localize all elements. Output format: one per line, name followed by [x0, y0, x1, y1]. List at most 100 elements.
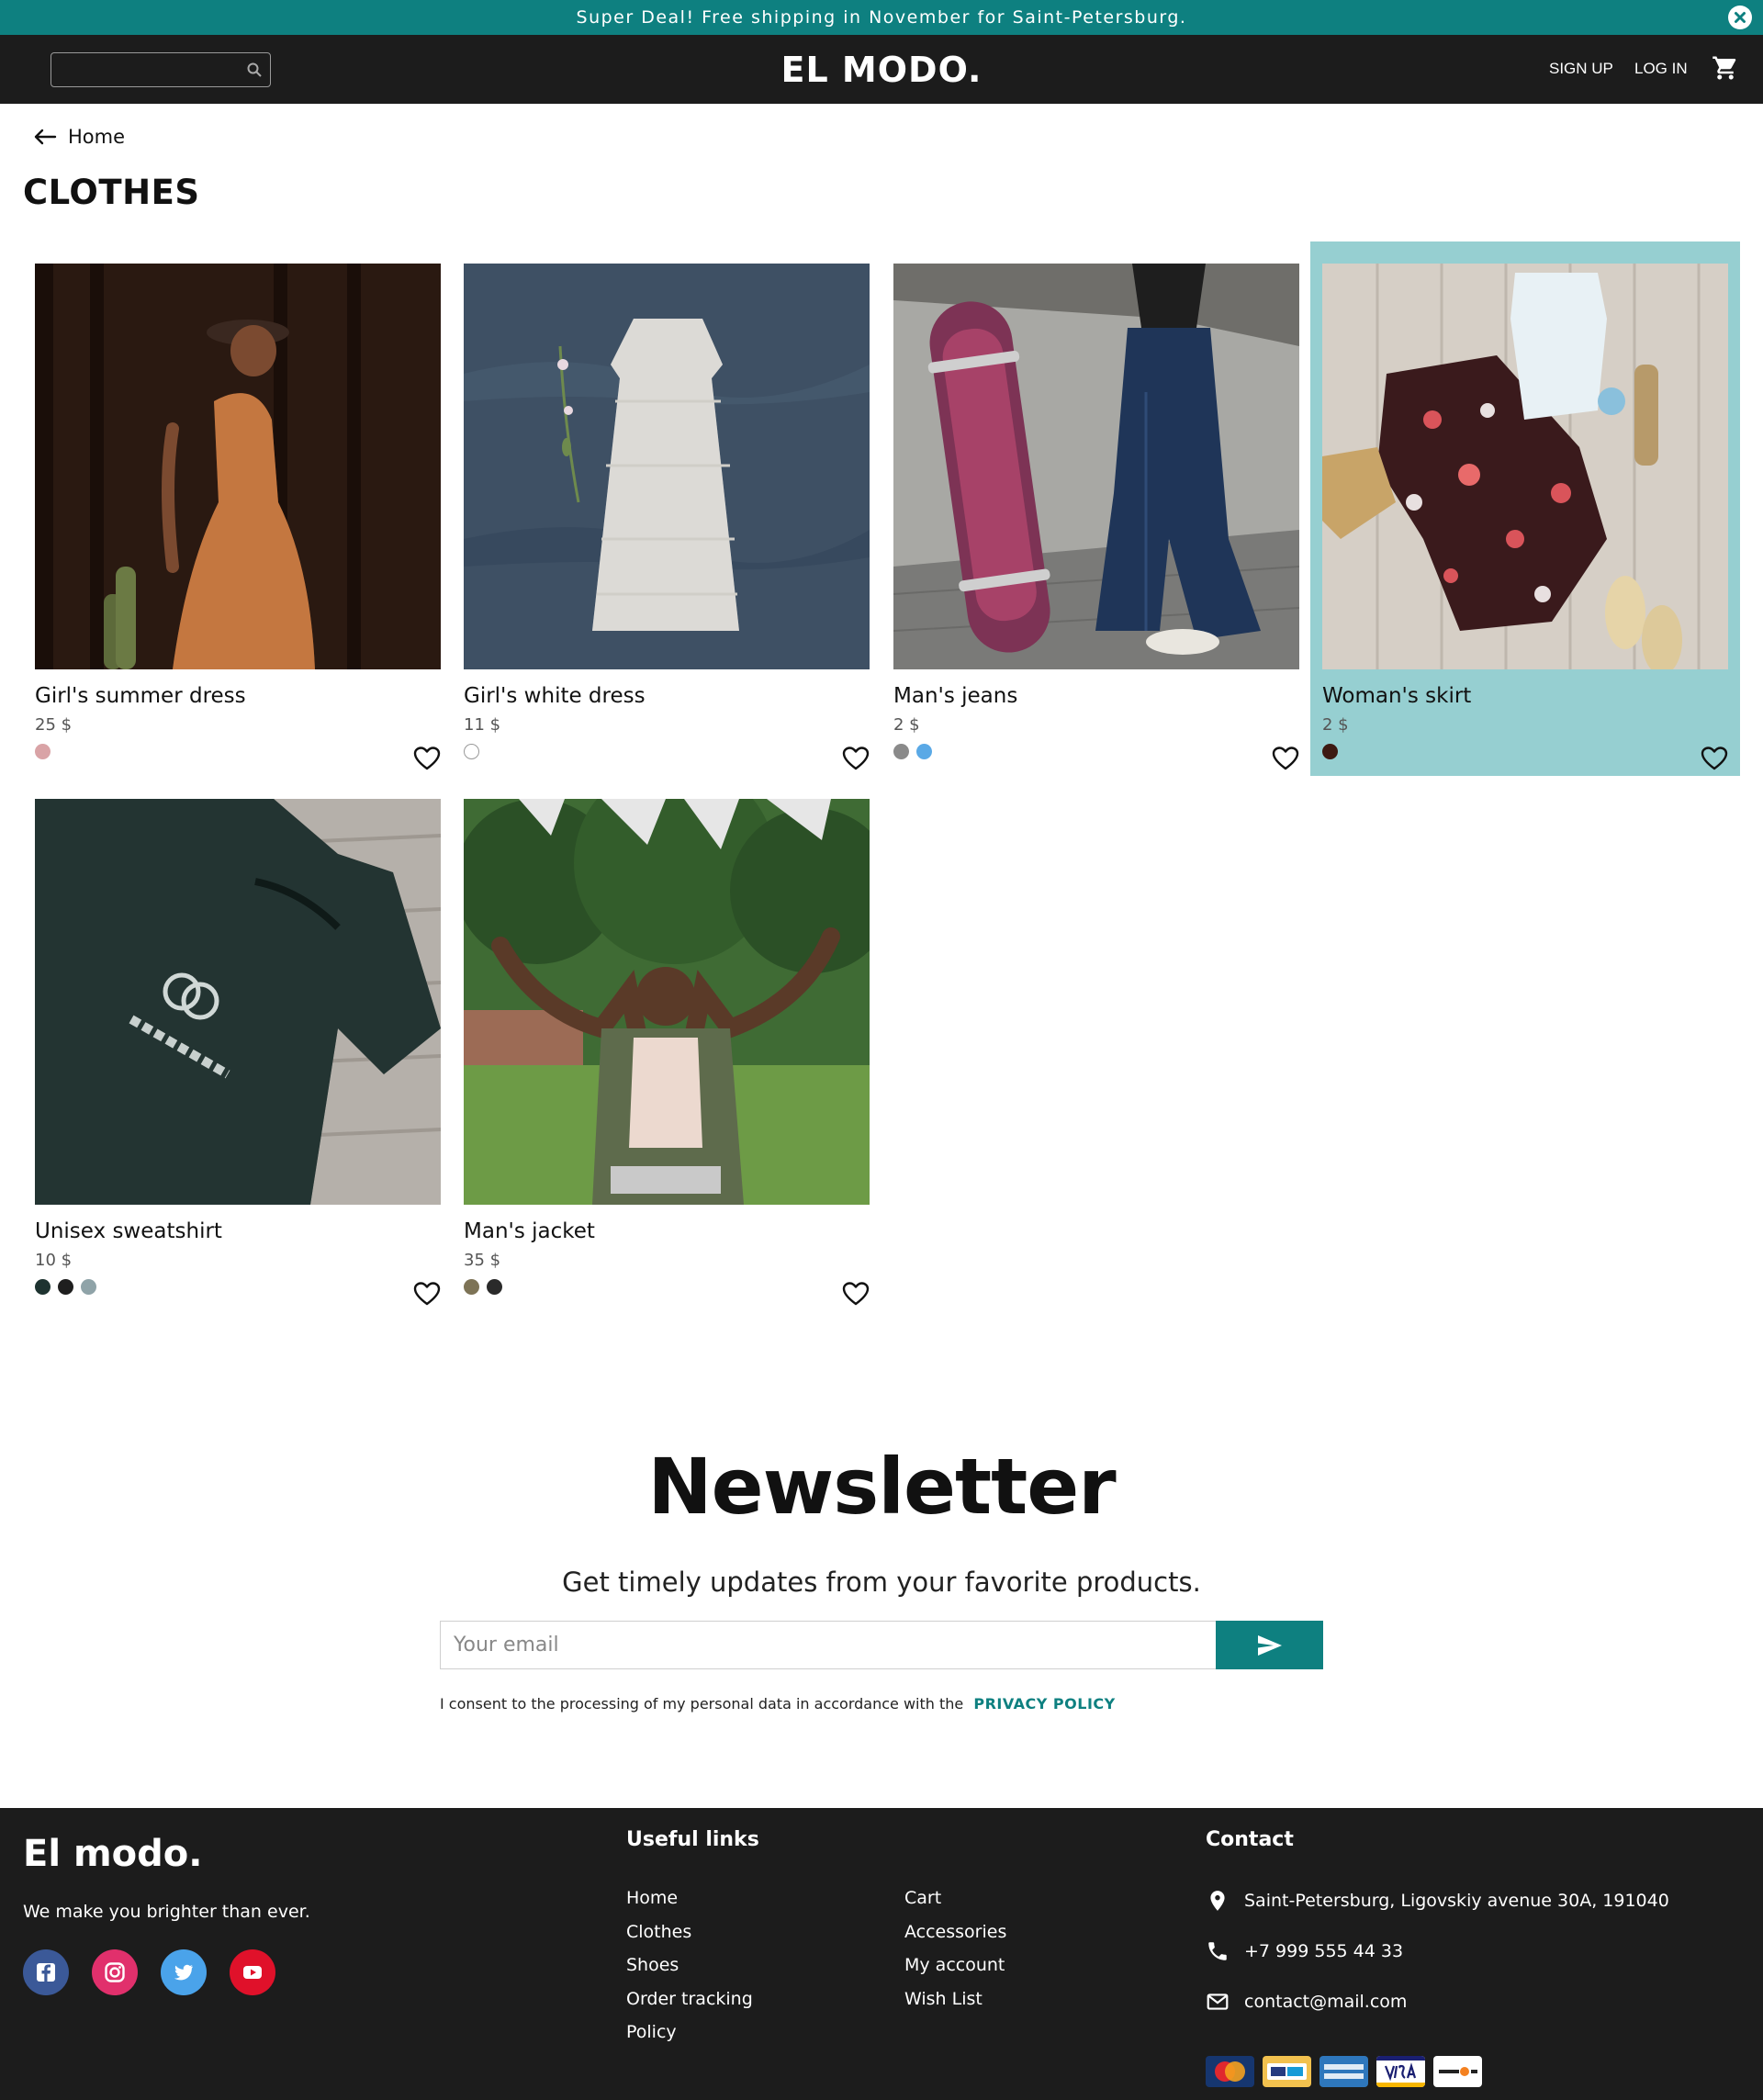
product-name[interactable]: Man's jacket: [464, 1219, 595, 1243]
twitter-icon[interactable]: [161, 1949, 207, 1995]
color-swatches: [35, 744, 51, 759]
product-price: 10 $: [35, 1251, 73, 1270]
product-card[interactable]: Girl's summer dress 25 $: [23, 241, 453, 776]
search-input[interactable]: [59, 59, 233, 81]
site-header: EL MODO. SIGN UP LOG IN: [0, 35, 1763, 104]
promo-banner: Super Deal! Free shipping in November fo…: [0, 0, 1763, 35]
product-image[interactable]: [464, 264, 870, 669]
search-icon[interactable]: [246, 62, 263, 78]
footer-link-home[interactable]: Home: [626, 1888, 678, 1908]
color-swatch[interactable]: [35, 744, 51, 759]
product-image[interactable]: [464, 799, 870, 1205]
color-swatch[interactable]: [464, 744, 479, 759]
product-image[interactable]: [35, 264, 441, 669]
phone-text[interactable]: +7 999 555 44 33: [1244, 1941, 1403, 1961]
color-swatches: [464, 1279, 502, 1295]
color-swatches: [1322, 744, 1338, 759]
social-links: [23, 1949, 275, 1995]
newsletter-title: Newsletter: [647, 1442, 1116, 1532]
color-swatch[interactable]: [35, 1279, 51, 1295]
color-swatch[interactable]: [487, 1279, 502, 1295]
product-card[interactable]: Man's jeans 2 $: [882, 241, 1311, 776]
product-name[interactable]: Man's jeans: [893, 684, 1017, 708]
promo-text: Super Deal! Free shipping in November fo…: [576, 7, 1187, 28]
product-image[interactable]: [893, 264, 1299, 669]
search-box[interactable]: [51, 52, 271, 87]
product-image[interactable]: [35, 799, 441, 1205]
mail-icon: [1207, 1993, 1229, 2010]
footer-link-cart[interactable]: Cart: [904, 1888, 941, 1908]
phone-icon: [1208, 1942, 1227, 1960]
color-swatches: [35, 1279, 96, 1295]
newsletter-form: [440, 1621, 1323, 1669]
contact-address: Saint-Petersburg, Ligovskiy avenue 30A, …: [1206, 1889, 1669, 1913]
heart-icon[interactable]: [413, 1281, 441, 1307]
close-circle-icon[interactable]: [1728, 6, 1752, 29]
heart-icon[interactable]: [1701, 746, 1728, 771]
heart-icon[interactable]: [842, 746, 870, 771]
address-text: Saint-Petersburg, Ligovskiy avenue 30A, …: [1244, 1891, 1669, 1911]
product-card[interactable]: Man's jacket 35 $: [452, 777, 882, 1311]
youtube-icon[interactable]: [230, 1949, 275, 1995]
sign-up-link[interactable]: SIGN UP: [1549, 60, 1613, 78]
privacy-policy-link[interactable]: PRIVACY POLICY: [973, 1695, 1115, 1713]
heart-icon[interactable]: [413, 746, 441, 771]
color-swatch[interactable]: [1322, 744, 1338, 759]
newsletter-subtitle: Get timely updates from your favorite pr…: [562, 1567, 1201, 1598]
footer-tagline: We make you brighter than ever.: [23, 1902, 310, 1922]
product-name[interactable]: Woman's skirt: [1322, 684, 1471, 708]
location-pin-icon: [1210, 1891, 1225, 1911]
facebook-icon[interactable]: [23, 1949, 69, 1995]
product-price: 2 $: [1322, 715, 1349, 735]
product-card[interactable]: Woman's skirt 2 $: [1310, 241, 1740, 776]
site-footer: El modo. We make you brighter than ever.…: [0, 1808, 1763, 2100]
log-in-link[interactable]: LOG IN: [1634, 60, 1688, 78]
visa-icon: [1376, 2056, 1425, 2087]
breadcrumb[interactable]: Home: [33, 123, 125, 151]
footer-link-policy[interactable]: Policy: [626, 2022, 677, 2042]
footer-brand[interactable]: El modo.: [23, 1833, 202, 1875]
product-card[interactable]: Girl's white dress 11 $: [452, 241, 882, 776]
footer-link-my-account[interactable]: My account: [904, 1955, 1005, 1975]
color-swatch[interactable]: [58, 1279, 73, 1295]
useful-links-heading: Useful links: [626, 1828, 759, 1851]
instagram-icon[interactable]: [92, 1949, 138, 1995]
subscribe-button[interactable]: [1216, 1621, 1323, 1669]
consent-text: I consent to the processing of my person…: [440, 1695, 1116, 1713]
product-price: 35 $: [464, 1251, 501, 1270]
product-name[interactable]: Girl's white dress: [464, 684, 646, 708]
color-swatch[interactable]: [916, 744, 932, 759]
page-title: CLOTHES: [23, 173, 200, 212]
color-swatch[interactable]: [893, 744, 909, 759]
product-price: 25 $: [35, 715, 73, 735]
color-swatch[interactable]: [464, 1279, 479, 1295]
contact-heading: Contact: [1206, 1828, 1294, 1851]
footer-link-wish-list[interactable]: Wish List: [904, 1989, 983, 2009]
footer-link-shoes[interactable]: Shoes: [626, 1955, 679, 1975]
heart-icon[interactable]: [842, 1281, 870, 1307]
color-swatches: [893, 744, 932, 759]
heart-icon[interactable]: [1272, 746, 1299, 771]
mastercard-icon: [1206, 2056, 1254, 2087]
send-icon: [1257, 1634, 1282, 1656]
email-text[interactable]: contact@mail.com: [1244, 1992, 1407, 2012]
breadcrumb-label[interactable]: Home: [68, 126, 125, 148]
product-name[interactable]: Unisex sweatshirt: [35, 1219, 222, 1243]
email-input[interactable]: [440, 1621, 1216, 1669]
footer-link-clothes[interactable]: Clothes: [626, 1922, 691, 1942]
color-swatch[interactable]: [81, 1279, 96, 1295]
footer-links-col1: Home Clothes Shoes Order tracking Policy: [626, 1888, 753, 2056]
cart-icon[interactable]: [1712, 54, 1739, 82]
color-swatches: [464, 744, 479, 759]
product-name[interactable]: Girl's summer dress: [35, 684, 246, 708]
consent-label: I consent to the processing of my person…: [440, 1695, 964, 1713]
footer-links-col2: Cart Accessories My account Wish List: [904, 1888, 1006, 2022]
product-price: 2 $: [893, 715, 920, 735]
footer-link-order-tracking[interactable]: Order tracking: [626, 1989, 753, 2009]
footer-link-accessories[interactable]: Accessories: [904, 1922, 1006, 1942]
product-image[interactable]: [1322, 264, 1728, 669]
product-card[interactable]: Unisex sweatshirt 10 $: [23, 777, 453, 1311]
product-price: 11 $: [464, 715, 501, 735]
arrow-left-icon: [34, 129, 57, 145]
contact-phone: +7 999 555 44 33: [1206, 1939, 1403, 1963]
